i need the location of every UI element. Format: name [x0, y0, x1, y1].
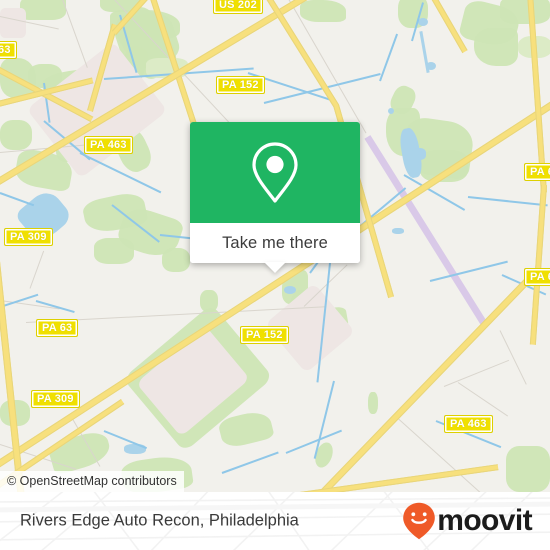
road-shield: PA 6: [524, 163, 550, 181]
popup-icon-area: [190, 122, 360, 223]
road-shield: PA 152: [216, 76, 265, 94]
footer-bar: Rivers Edge Auto Recon, Philadelphia moo…: [0, 492, 550, 550]
road-shield: PA 6: [524, 268, 550, 286]
road-shield: US 202: [213, 0, 263, 14]
popup-pointer-tail: [264, 262, 286, 273]
road-shield: PA 309: [31, 390, 80, 408]
road-shield: PA 152: [240, 326, 289, 344]
map-pin-icon: [252, 141, 298, 203]
road-shield: PA 463: [84, 136, 133, 154]
place-title: Rivers Edge Auto Recon, Philadelphia: [20, 511, 299, 530]
road-shield: 63: [0, 41, 17, 59]
osm-attribution[interactable]: © OpenStreetMap contributors: [0, 471, 184, 492]
moovit-logo[interactable]: moovit: [402, 502, 533, 540]
take-me-there-label: Take me there: [222, 233, 328, 252]
moovit-wordmark: moovit: [437, 504, 532, 537]
road-shield: PA 309: [4, 228, 53, 246]
take-me-there-popup[interactable]: Take me there: [190, 122, 360, 273]
popup-action-area[interactable]: Take me there: [190, 223, 360, 263]
moovit-smiley-pin-icon: [403, 502, 436, 540]
road-shield: PA 463: [444, 415, 493, 433]
road-shield: PA 63: [36, 319, 79, 337]
moovit-map-screen: US 202 63 PA 152 PA 463 PA 6 PA 309 PA 6 PA 63 P…: [0, 0, 550, 550]
